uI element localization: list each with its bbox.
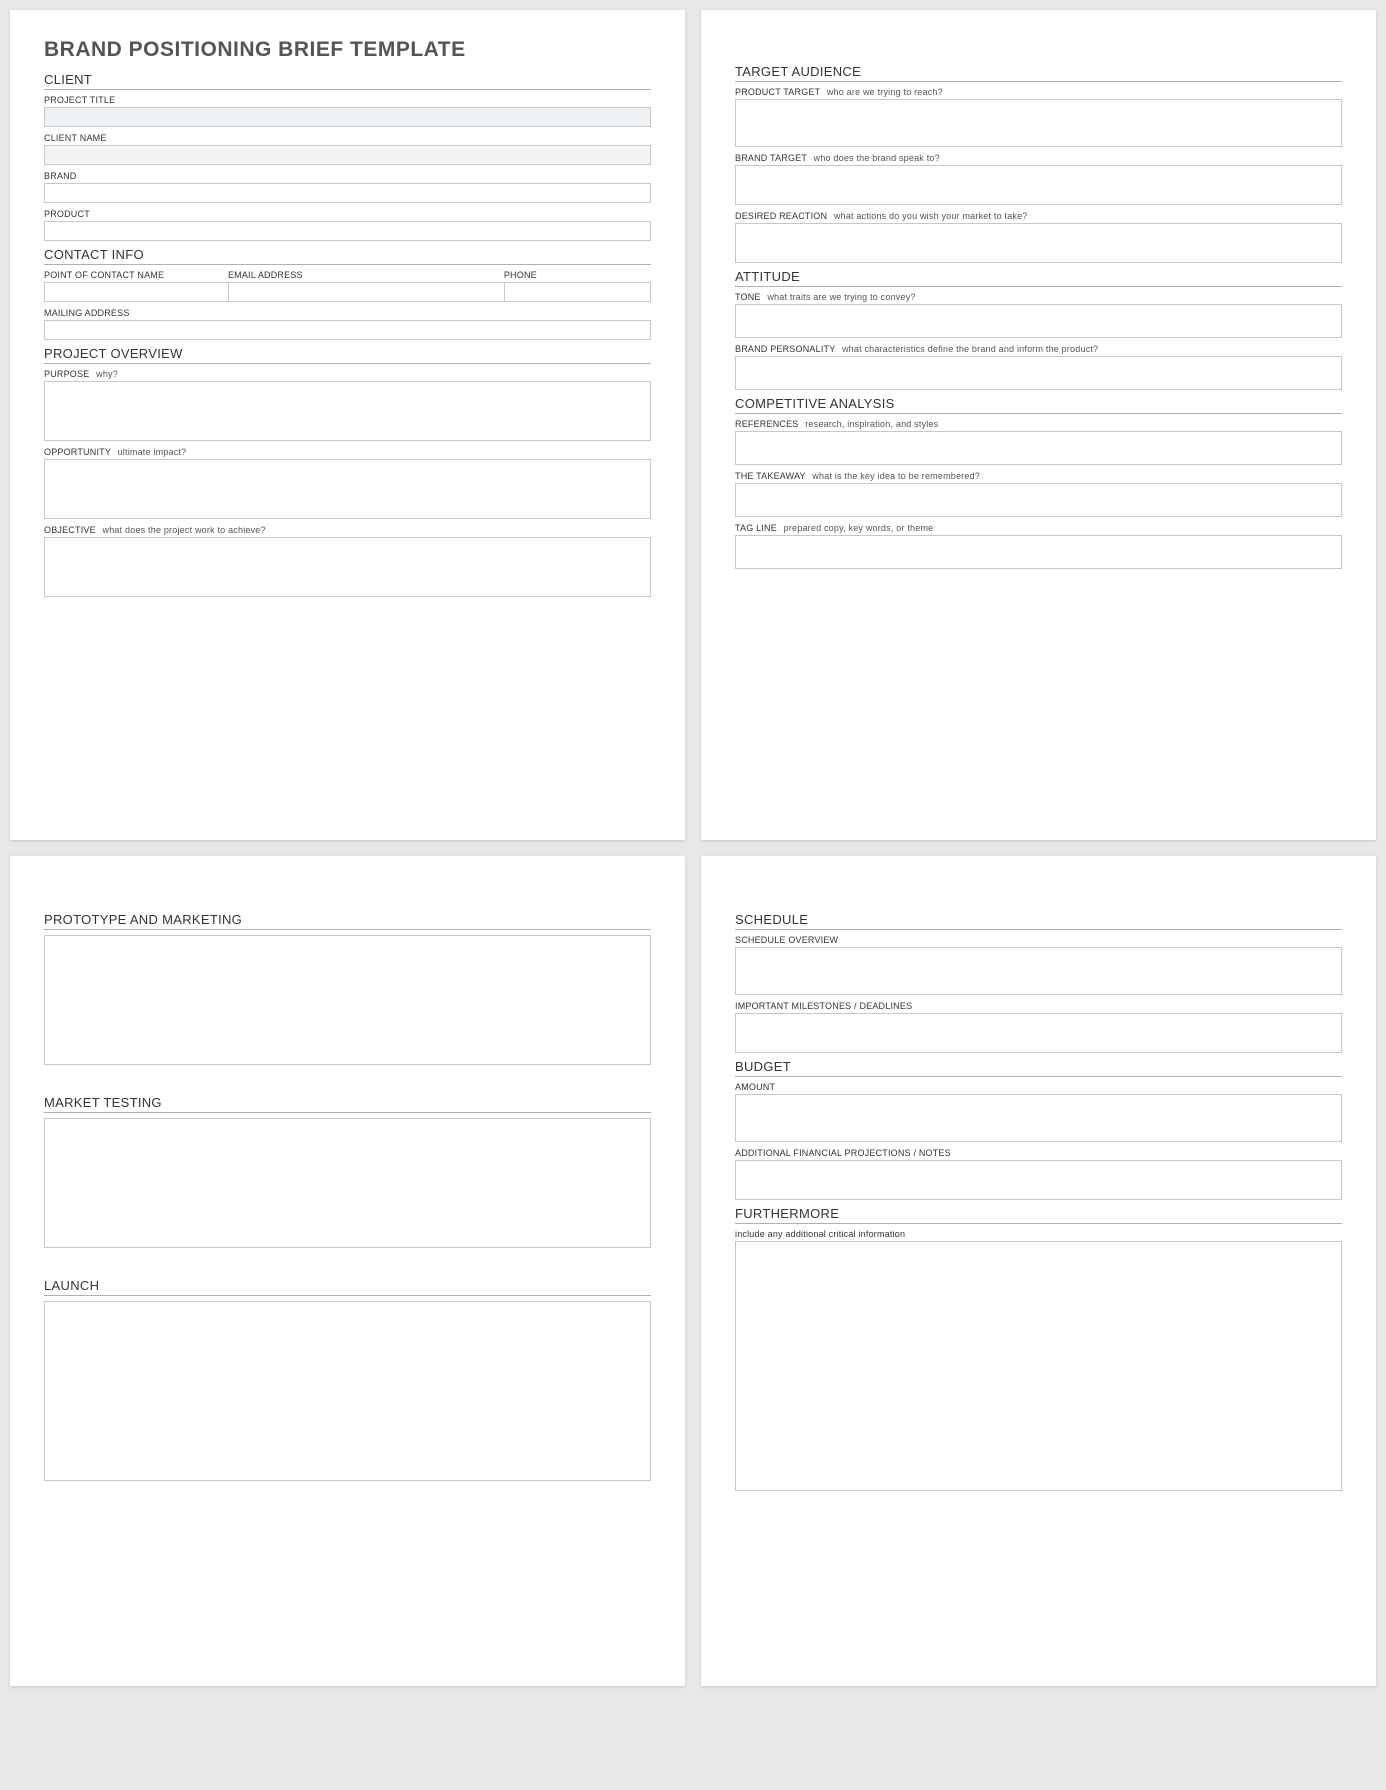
input-launch[interactable] [44, 1301, 651, 1481]
section-market-testing: MARKET TESTING [44, 1095, 651, 1113]
label-poc: POINT OF CONTACT NAME [44, 270, 228, 280]
section-schedule: SCHEDULE [735, 912, 1342, 930]
input-opportunity[interactable] [44, 459, 651, 519]
input-purpose[interactable] [44, 381, 651, 441]
label-client-name: CLIENT NAME [44, 133, 651, 143]
label-product: PRODUCT [44, 209, 651, 219]
input-mailing[interactable] [44, 320, 651, 340]
label-brand-target: BRAND TARGET who does the brand speak to… [735, 153, 1342, 163]
input-client-name[interactable] [44, 145, 651, 165]
label-amount: AMOUNT [735, 1082, 1342, 1092]
input-poc[interactable] [44, 282, 228, 302]
input-milestones[interactable] [735, 1013, 1342, 1053]
section-client: CLIENT [44, 72, 651, 90]
label-references: REFERENCES research, inspiration, and st… [735, 419, 1342, 429]
label-email: EMAIL ADDRESS [228, 270, 504, 280]
input-tone[interactable] [735, 304, 1342, 338]
section-contact: CONTACT INFO [44, 247, 651, 265]
input-financial-notes[interactable] [735, 1160, 1342, 1200]
input-market-testing[interactable] [44, 1118, 651, 1248]
input-schedule-overview[interactable] [735, 947, 1342, 995]
section-competitive: COMPETITIVE ANALYSIS [735, 396, 1342, 414]
page-3: PROTOTYPE AND MARKETING MARKET TESTING L… [10, 856, 685, 1686]
input-phone[interactable] [504, 282, 651, 302]
section-target-audience: TARGET AUDIENCE [735, 64, 1342, 82]
input-references[interactable] [735, 431, 1342, 465]
input-personality[interactable] [735, 356, 1342, 390]
section-prototype: PROTOTYPE AND MARKETING [44, 912, 651, 930]
input-desired-reaction[interactable] [735, 223, 1342, 263]
label-personality: BRAND PERSONALITY what characteristics d… [735, 344, 1342, 354]
doc-title: BRAND POSITIONING BRIEF TEMPLATE [44, 38, 651, 62]
input-brand-target[interactable] [735, 165, 1342, 205]
page-4: SCHEDULE SCHEDULE OVERVIEW IMPORTANT MIL… [701, 856, 1376, 1686]
label-milestones: IMPORTANT MILESTONES / DEADLINES [735, 1001, 1342, 1011]
label-phone: PHONE [504, 270, 651, 280]
label-furthermore-hint: include any additional critical informat… [735, 1229, 1342, 1239]
label-tagline: TAG LINE prepared copy, key words, or th… [735, 523, 1342, 533]
input-product[interactable] [44, 221, 651, 241]
label-opportunity: OPPORTUNITY ultimate impact? [44, 447, 651, 457]
input-project-title[interactable] [44, 107, 651, 127]
input-product-target[interactable] [735, 99, 1342, 147]
input-prototype[interactable] [44, 935, 651, 1065]
page-1: BRAND POSITIONING BRIEF TEMPLATE CLIENT … [10, 10, 685, 840]
section-attitude: ATTITUDE [735, 269, 1342, 287]
input-objective[interactable] [44, 537, 651, 597]
label-tone: TONE what traits are we trying to convey… [735, 292, 1342, 302]
label-financial-notes: ADDITIONAL FINANCIAL PROJECTIONS / NOTES [735, 1148, 1342, 1158]
input-takeaway[interactable] [735, 483, 1342, 517]
label-schedule-overview: SCHEDULE OVERVIEW [735, 935, 1342, 945]
section-overview: PROJECT OVERVIEW [44, 346, 651, 364]
label-brand: BRAND [44, 171, 651, 181]
input-amount[interactable] [735, 1094, 1342, 1142]
section-budget: BUDGET [735, 1059, 1342, 1077]
label-project-title: PROJECT TITLE [44, 95, 651, 105]
input-brand[interactable] [44, 183, 651, 203]
input-tagline[interactable] [735, 535, 1342, 569]
label-takeaway: THE TAKEAWAY what is the key idea to be … [735, 471, 1342, 481]
label-objective: OBJECTIVE what does the project work to … [44, 525, 651, 535]
label-mailing: MAILING ADDRESS [44, 308, 651, 318]
label-purpose: PURPOSE why? [44, 369, 651, 379]
input-furthermore[interactable] [735, 1241, 1342, 1491]
label-desired-reaction: DESIRED REACTION what actions do you wis… [735, 211, 1342, 221]
input-email[interactable] [228, 282, 504, 302]
label-product-target: PRODUCT TARGET who are we trying to reac… [735, 87, 1342, 97]
section-furthermore: FURTHERMORE [735, 1206, 1342, 1224]
section-launch: LAUNCH [44, 1278, 651, 1296]
page-2: TARGET AUDIENCE PRODUCT TARGET who are w… [701, 10, 1376, 840]
